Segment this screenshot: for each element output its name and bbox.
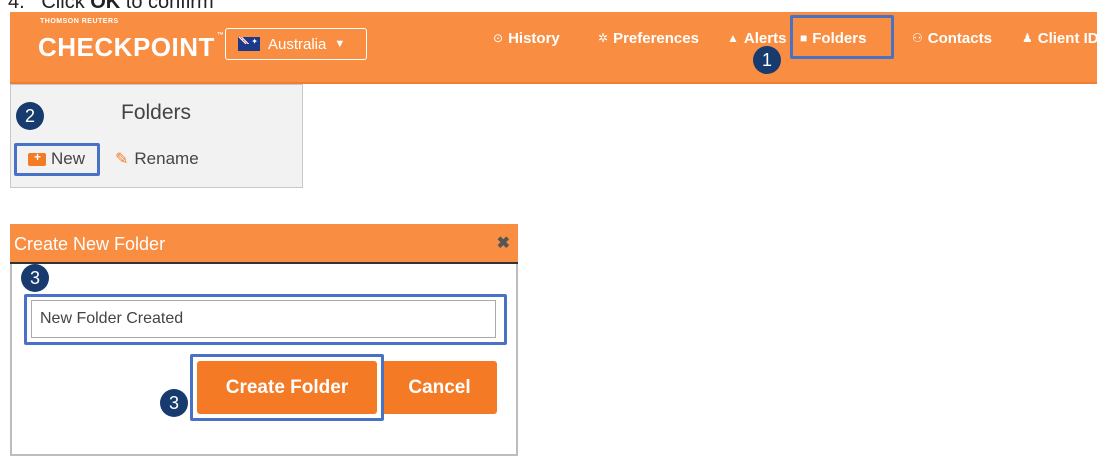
- folders-title: Folders: [121, 101, 192, 124]
- dialog-title: Create New Folder: [14, 234, 166, 254]
- top-header-bar: THOMSON REUTERS CHECKPOINT™ Australia ▼ …: [10, 12, 1097, 84]
- nav-contacts[interactable]: ⚇ Contacts: [912, 12, 992, 64]
- user-icon: ♟: [1022, 31, 1033, 45]
- rename-folder-label: Rename: [134, 149, 199, 168]
- brand-logo[interactable]: CHECKPOINT ™: [38, 32, 224, 63]
- users-icon: ⚇: [912, 31, 923, 45]
- input-highlight: [24, 294, 507, 345]
- pencil-icon: ✎: [115, 151, 129, 168]
- nav-client-id-label: Client ID: [1037, 29, 1097, 47]
- nav-contacts-label: Contacts: [927, 29, 992, 47]
- gear-icon: ✲: [598, 31, 609, 45]
- nav-preferences-label: Preferences: [613, 29, 699, 47]
- rename-folder-button[interactable]: ✎ Rename: [115, 149, 199, 169]
- brand-tm: ™: [216, 32, 225, 39]
- callout-badge-1: 1: [753, 46, 781, 74]
- callout-badge-3-create: 3: [160, 389, 188, 417]
- country-label: Australia: [268, 35, 327, 53]
- nav-history-label: History: [508, 29, 560, 47]
- create-button-highlight: [190, 354, 384, 421]
- clock-icon: ⊙: [493, 31, 504, 45]
- brand-small: THOMSON REUTERS: [40, 18, 119, 25]
- caret-down-icon: ▼: [334, 38, 346, 50]
- cancel-button[interactable]: Cancel: [382, 361, 497, 414]
- dialog-header: Create New Folder ✖: [10, 224, 518, 264]
- callout-badge-2: 2: [16, 102, 44, 130]
- warning-icon: ▲: [727, 31, 739, 45]
- nav-alerts-label: Alerts: [743, 29, 787, 47]
- nav-history[interactable]: ⊙ History: [493, 12, 560, 64]
- australia-flag-icon: [238, 37, 260, 51]
- callout-badge-3-input: 3: [21, 264, 49, 292]
- brand-name: CHECKPOINT: [38, 32, 215, 62]
- new-button-highlight: [14, 143, 100, 176]
- country-selector[interactable]: Australia ▼: [225, 28, 367, 60]
- nav-preferences[interactable]: ✲ Preferences: [598, 12, 699, 64]
- folders-nav-highlight: [790, 15, 894, 59]
- nav-client-id[interactable]: ♟ Client ID: [1022, 12, 1097, 64]
- close-icon[interactable]: ✖: [497, 224, 510, 264]
